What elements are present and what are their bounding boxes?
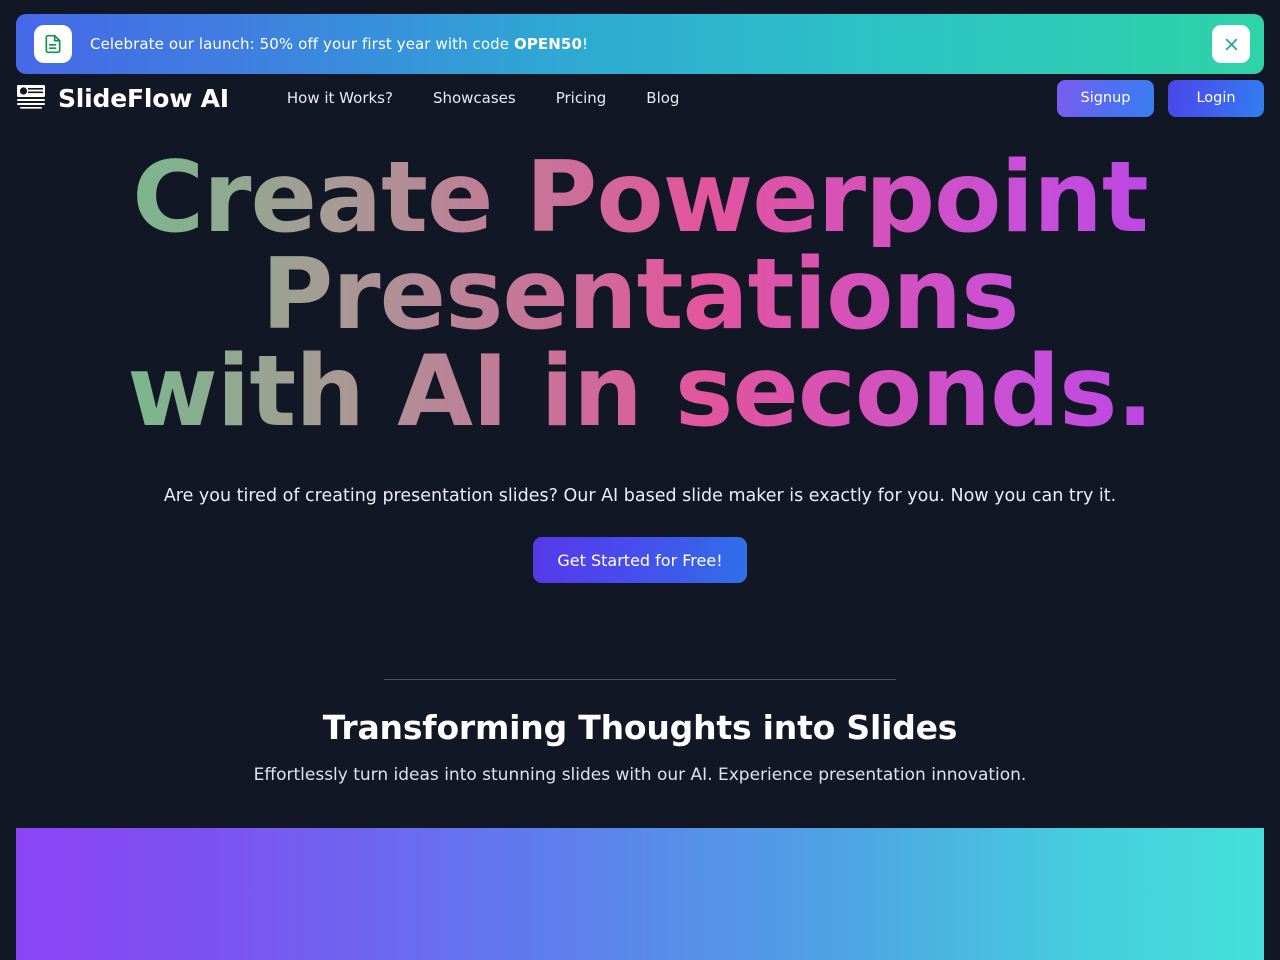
banner-message-suffix: ! — [582, 35, 589, 53]
section-title: Transforming Thoughts into Slides — [322, 708, 958, 747]
login-button[interactable]: Login — [1168, 79, 1264, 117]
section-divider — [384, 679, 896, 680]
hero-title-line-3: with AI in seconds. — [0, 343, 1280, 441]
hero-section: Create Powerpoint Presentations with AI … — [0, 149, 1280, 583]
signup-button[interactable]: Signup — [1057, 79, 1154, 117]
hero-title-line-1: Create Powerpoint — [0, 149, 1280, 247]
nav-link-blog[interactable]: Blog — [626, 89, 699, 107]
nav-link-showcases[interactable]: Showcases — [413, 89, 536, 107]
transforming-section: Transforming Thoughts into Slides Effort… — [0, 708, 1280, 785]
hero-title: Create Powerpoint Presentations with AI … — [0, 149, 1280, 441]
banner-close-button[interactable] — [1212, 25, 1250, 63]
presentation-slide-icon — [16, 84, 46, 113]
showcase-gradient-panel[interactable] — [16, 828, 1264, 960]
banner-message: Celebrate our launch: 50% off your first… — [90, 35, 1212, 53]
announcement-banner: Celebrate our launch: 50% off your first… — [16, 14, 1264, 74]
nav-actions: Signup Login — [1057, 79, 1264, 117]
brand-logo-link[interactable]: SlideFlow AI — [16, 84, 229, 113]
hero-title-line-2: Presentations — [0, 246, 1280, 344]
hero-cta-wrap: Get Started for Free! — [0, 537, 1280, 583]
nav-link-how-it-works[interactable]: How it Works? — [267, 89, 413, 107]
banner-message-prefix: Celebrate our launch: 50% off your first… — [90, 35, 514, 53]
document-icon — [34, 25, 72, 63]
nav-link-pricing[interactable]: Pricing — [536, 89, 627, 107]
hero-subtitle: Are you tired of creating presentation s… — [163, 486, 1117, 506]
section-subtitle: Effortlessly turn ideas into stunning sl… — [253, 765, 1027, 785]
brand-name: SlideFlow AI — [58, 83, 229, 113]
close-icon — [1225, 38, 1237, 50]
nav-links: How it Works? Showcases Pricing Blog — [267, 89, 700, 107]
main-navbar: SlideFlow AI How it Works? Showcases Pri… — [0, 76, 1280, 120]
get-started-button[interactable]: Get Started for Free! — [533, 537, 747, 583]
promo-code: OPEN50 — [513, 35, 583, 53]
